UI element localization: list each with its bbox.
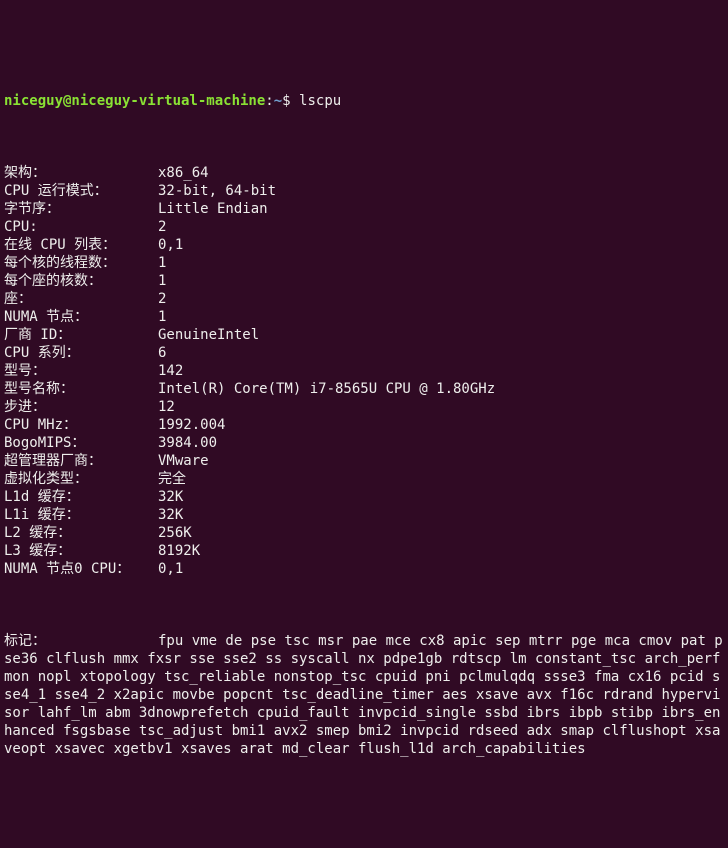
row-label: 虚拟化类型：	[4, 470, 158, 488]
row-value: 142	[158, 363, 183, 379]
row-value: 12	[158, 399, 175, 415]
row-value: 1992.004	[158, 417, 225, 433]
row-value: 1	[158, 309, 166, 325]
output-row: 虚拟化类型：完全	[4, 470, 724, 488]
output-row: L1d 缓存：32K	[4, 488, 724, 506]
row-label: BogoMIPS：	[4, 434, 158, 452]
row-label: 每个座的核数：	[4, 272, 158, 290]
output-row: NUMA 节点0 CPU：0,1	[4, 560, 724, 578]
row-value: 6	[158, 345, 166, 361]
row-value: 完全	[158, 471, 186, 487]
row-label: 超管理器厂商：	[4, 452, 158, 470]
row-value: 32K	[158, 489, 183, 505]
row-value: VMware	[158, 453, 209, 469]
row-value: GenuineIntel	[158, 327, 259, 343]
command-text[interactable]: lscpu	[299, 93, 341, 109]
row-value: Intel(R) Core(TM) i7-8565U CPU @ 1.80GHz	[158, 381, 495, 397]
row-value: 0,1	[158, 237, 183, 253]
row-label: L1d 缓存：	[4, 488, 158, 506]
row-label: 座：	[4, 290, 158, 308]
row-label: CPU:	[4, 218, 158, 236]
row-label: NUMA 节点0 CPU：	[4, 560, 158, 578]
row-label: 步进：	[4, 398, 158, 416]
output-row: 每个座的核数：1	[4, 272, 724, 290]
row-value: 32-bit, 64-bit	[158, 183, 276, 199]
output-row: 座：2	[4, 290, 724, 308]
row-value: 1	[158, 273, 166, 289]
row-label: 型号名称：	[4, 380, 158, 398]
output-row: 字节序：Little Endian	[4, 200, 724, 218]
flags-row: 标记：fpu vme de pse tsc msr pae mce cx8 ap…	[4, 632, 724, 758]
row-value: x86_64	[158, 165, 209, 181]
output-row: 超管理器厂商：VMware	[4, 452, 724, 470]
output-row: 步进：12	[4, 398, 724, 416]
prompt-colon: :	[265, 93, 273, 109]
output-row: 架构：x86_64	[4, 164, 724, 182]
row-label: 厂商 ID：	[4, 326, 158, 344]
row-value: 2	[158, 291, 166, 307]
lscpu-output: 架构：x86_64CPU 运行模式：32-bit, 64-bit字节序：Litt…	[4, 164, 724, 578]
row-value: 3984.00	[158, 435, 217, 451]
output-row: L1i 缓存：32K	[4, 506, 724, 524]
output-row: L2 缓存：256K	[4, 524, 724, 542]
row-value: 2	[158, 219, 166, 235]
prompt-line: niceguy@niceguy-virtual-machine:~$ lscpu	[4, 92, 724, 110]
row-value: 0,1	[158, 561, 183, 577]
prompt-path: ~	[274, 93, 282, 109]
output-row: 每个核的线程数：1	[4, 254, 724, 272]
row-label: L2 缓存：	[4, 524, 158, 542]
output-row: 型号名称：Intel(R) Core(TM) i7-8565U CPU @ 1.…	[4, 380, 724, 398]
row-label: CPU MHz：	[4, 416, 158, 434]
row-label: L1i 缓存：	[4, 506, 158, 524]
output-row: 厂商 ID：GenuineIntel	[4, 326, 724, 344]
row-value: 1	[158, 255, 166, 271]
output-row: CPU 系列：6	[4, 344, 724, 362]
row-label: 字节序：	[4, 200, 158, 218]
output-row: 在线 CPU 列表：0,1	[4, 236, 724, 254]
row-label: CPU 系列：	[4, 344, 158, 362]
output-row: CPU 运行模式：32-bit, 64-bit	[4, 182, 724, 200]
row-label: NUMA 节点：	[4, 308, 158, 326]
prompt-dollar: $	[282, 93, 299, 109]
row-label: 每个核的线程数：	[4, 254, 158, 272]
row-value: Little Endian	[158, 201, 268, 217]
output-row: NUMA 节点：1	[4, 308, 724, 326]
output-row: CPU MHz：1992.004	[4, 416, 724, 434]
row-label: CPU 运行模式：	[4, 182, 158, 200]
flags-label: 标记：	[4, 632, 158, 650]
row-label: 在线 CPU 列表：	[4, 236, 158, 254]
flags-value: fpu vme de pse tsc msr pae mce cx8 apic …	[4, 633, 723, 757]
row-label: 架构：	[4, 164, 158, 182]
output-row: 型号：142	[4, 362, 724, 380]
output-row: L3 缓存：8192K	[4, 542, 724, 560]
output-row: CPU:2	[4, 218, 724, 236]
prompt-user: niceguy@niceguy-virtual-machine	[4, 93, 265, 109]
row-value: 8192K	[158, 543, 200, 559]
output-row: BogoMIPS：3984.00	[4, 434, 724, 452]
row-label: 型号：	[4, 362, 158, 380]
row-value: 256K	[158, 525, 192, 541]
row-value: 32K	[158, 507, 183, 523]
row-label: L3 缓存：	[4, 542, 158, 560]
